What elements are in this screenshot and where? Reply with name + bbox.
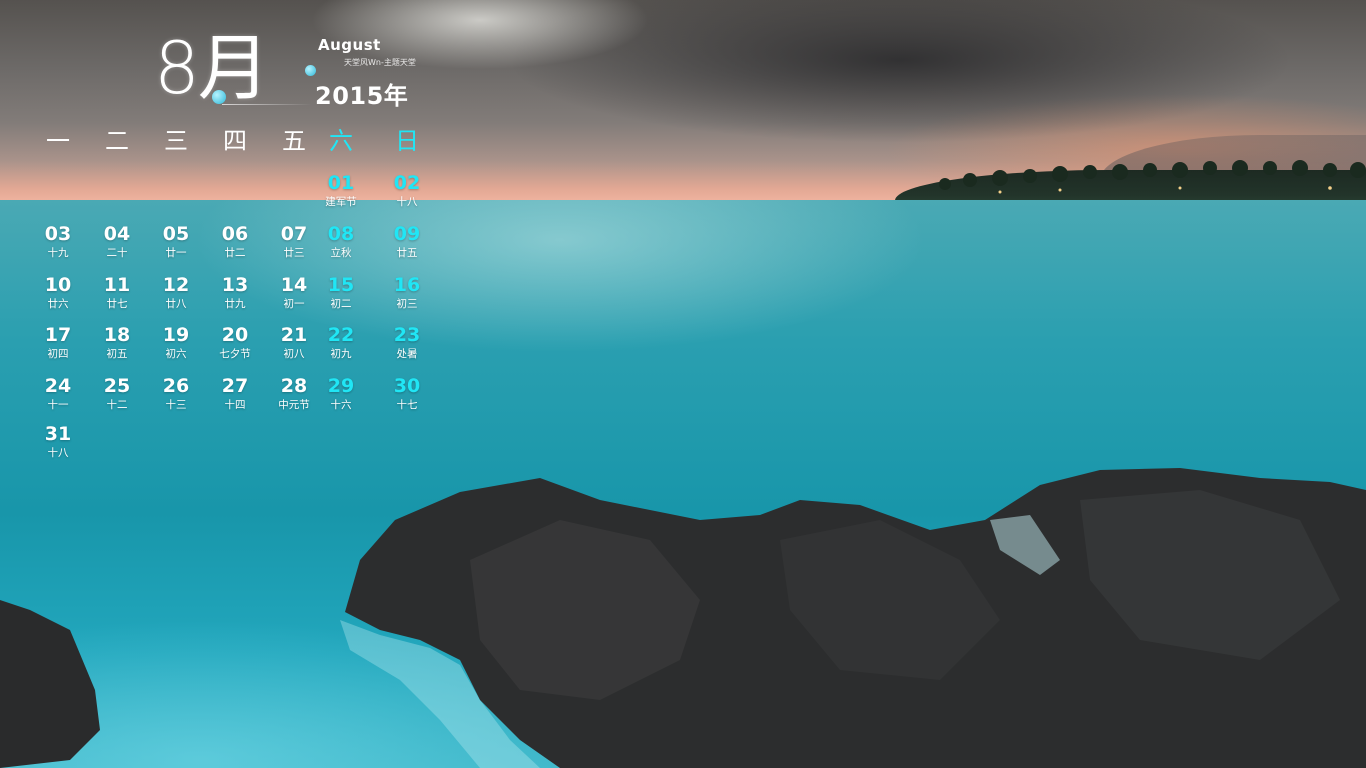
lunar-date: 廿八: [165, 298, 187, 310]
day-number: 23: [393, 324, 421, 346]
day-number: 04: [103, 223, 131, 245]
weekday-label: 六: [329, 127, 353, 155]
lunar-date: 十八: [47, 447, 69, 459]
lunar-date: 处暑: [396, 348, 418, 360]
lunar-date: 初三: [396, 298, 418, 310]
calendar-day: 09 廿五: [379, 223, 435, 260]
day-number: 29: [327, 375, 355, 397]
calendar-day: 27 十四: [207, 375, 263, 412]
day-number: 12: [162, 274, 190, 296]
lunar-date: 廿九: [224, 298, 246, 310]
lunar-date: 初二: [330, 298, 352, 310]
calendar-day: 03 十九: [30, 223, 86, 260]
calendar-day: 18 初五: [89, 324, 145, 361]
day-number: 30: [393, 375, 421, 397]
calendar-day: 17 初四: [30, 324, 86, 361]
lunar-date: 廿一: [165, 247, 187, 259]
day-number: 20: [221, 324, 249, 346]
month-number: 8月: [154, 26, 270, 110]
calendar-day: 25 十二: [89, 375, 145, 412]
lunar-date: 十二: [106, 399, 128, 411]
calendar-day: 10 廿六: [30, 274, 86, 311]
calendar-day: 01 建军节: [313, 172, 369, 209]
calendar-day: 13 廿九: [207, 274, 263, 311]
calendar-day: 22 初九: [313, 324, 369, 361]
lunar-date: 初九: [330, 348, 352, 360]
divider: [222, 104, 312, 105]
day-number: 06: [221, 223, 249, 245]
day-number: 10: [44, 274, 72, 296]
day-number: 16: [393, 274, 421, 296]
calendar-day: 26 十三: [148, 375, 204, 412]
weekday-label: 日: [395, 127, 419, 155]
lunar-date: 十六: [330, 399, 352, 411]
lunar-date: 立秋: [330, 247, 352, 259]
day-number: 15: [327, 274, 355, 296]
lunar-date: 廿二: [224, 247, 246, 259]
day-number: 08: [327, 223, 355, 245]
calendar-day: 06 廿二: [207, 223, 263, 260]
calendar-day: 20 七夕节: [207, 324, 263, 361]
lunar-date: 十四: [224, 399, 246, 411]
day-number: 26: [162, 375, 190, 397]
weekday-label: 一: [46, 127, 70, 155]
calendar-day: 31 十八: [30, 423, 86, 460]
lunar-date: 建军节: [325, 196, 357, 208]
calendar-day: 23 处暑: [379, 324, 435, 361]
day-number: 27: [221, 375, 249, 397]
day-number: 24: [44, 375, 72, 397]
calendar-day: 15 初二: [313, 274, 369, 311]
day-number: 19: [162, 324, 190, 346]
lunar-date: 初四: [47, 348, 69, 360]
lunar-date: 初五: [106, 348, 128, 360]
lunar-date: 廿七: [106, 298, 128, 310]
day-number: 09: [393, 223, 421, 245]
calendar-day: 16 初三: [379, 274, 435, 311]
wallpaper-credit: 天堂风Wn-主题天堂: [344, 58, 416, 67]
lunar-date: 初六: [165, 348, 187, 360]
lunar-date: 廿六: [47, 298, 69, 310]
weekday-label: 二: [105, 127, 129, 155]
calendar-day: 04 二十: [89, 223, 145, 260]
day-number: 13: [221, 274, 249, 296]
calendar-day: 05 廿一: [148, 223, 204, 260]
day-number: 22: [327, 324, 355, 346]
lunar-date: 廿五: [396, 247, 418, 259]
calendar-overlay: 8月 August 天堂风Wn-主题天堂 2015年 一二三四五六日 01 建军节…: [0, 0, 1366, 768]
lunar-date: 十七: [396, 399, 418, 411]
lunar-date: 十八: [396, 196, 418, 208]
calendar-day: 30 十七: [379, 375, 435, 412]
calendar-day: 29 十六: [313, 375, 369, 412]
weekday-label: 三: [164, 127, 188, 155]
weekday-label: 四: [223, 127, 247, 155]
calendar-day: 24 十一: [30, 375, 86, 412]
calendar-day: 11 廿七: [89, 274, 145, 311]
day-number: 18: [103, 324, 131, 346]
day-number: 31: [44, 423, 72, 445]
calendar-day: 08 立秋: [313, 223, 369, 260]
day-number: 11: [103, 274, 131, 296]
calendar-day: 02 十八: [379, 172, 435, 209]
day-number: 01: [327, 172, 355, 194]
lunar-date: 十一: [47, 399, 69, 411]
lunar-date: 十九: [47, 247, 69, 259]
calendar-day: 12 廿八: [148, 274, 204, 311]
day-number: 25: [103, 375, 131, 397]
lunar-date: 七夕节: [219, 348, 251, 360]
lunar-date: 二十: [106, 247, 128, 259]
day-number: 03: [44, 223, 72, 245]
lunar-date: 十三: [165, 399, 187, 411]
bubble-icon: [212, 90, 226, 104]
bubble-icon: [305, 65, 316, 76]
calendar-day: 19 初六: [148, 324, 204, 361]
day-number: 02: [393, 172, 421, 194]
month-english: August: [318, 36, 381, 54]
year-label: 2015年: [315, 82, 409, 110]
day-number: 05: [162, 223, 190, 245]
day-number: 17: [44, 324, 72, 346]
